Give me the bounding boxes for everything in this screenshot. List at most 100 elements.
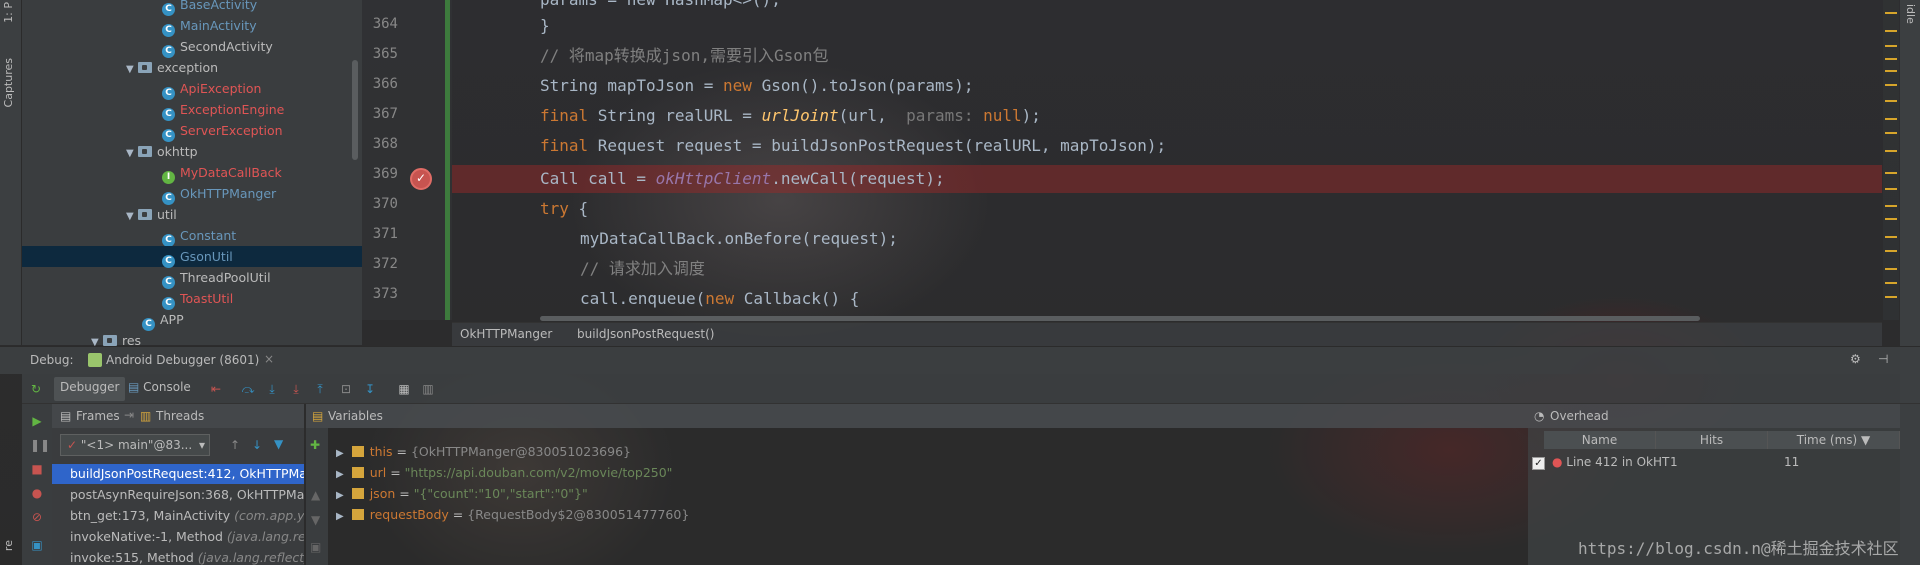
tree-item[interactable]: C BaseActivity: [22, 0, 362, 16]
close-icon[interactable]: ×: [264, 352, 274, 366]
build-variants-tool-tab[interactable]: re: [2, 540, 15, 551]
stripe-marker[interactable]: [1885, 150, 1897, 152]
stack-frame[interactable]: invoke:515, Method (java.lang.reflect): [52, 548, 304, 565]
down-arrow-icon[interactable]: ↓: [252, 438, 262, 452]
up-arrow-icon[interactable]: ↑: [230, 438, 240, 452]
view-breakpoints-icon[interactable]: ●: [30, 486, 44, 500]
pause-icon[interactable]: ❚❚: [30, 438, 50, 452]
code-editor[interactable]: params = new HashMap<>(); } // 将map转换成js…: [452, 0, 1882, 320]
stripe-marker[interactable]: [1885, 45, 1897, 47]
drop-frame-icon[interactable]: ⊡: [338, 381, 354, 397]
tree-item[interactable]: C MainActivity: [22, 15, 362, 37]
stripe-marker[interactable]: [1885, 188, 1897, 190]
step-out-icon[interactable]: ⤒: [312, 381, 328, 397]
tab-console[interactable]: ▤ Console: [122, 377, 197, 401]
breakpoint-icon[interactable]: ✓: [410, 168, 432, 190]
filter-icon[interactable]: ▼: [274, 437, 283, 451]
stripe-marker[interactable]: [1885, 250, 1897, 252]
right-tool-tab[interactable]: idle: [1904, 4, 1917, 24]
stripe-marker[interactable]: [1885, 84, 1897, 86]
tree-item[interactable]: ▼ okhttp: [22, 141, 362, 162]
tree-scrollbar[interactable]: [352, 60, 358, 160]
error-stripe[interactable]: [1883, 0, 1899, 320]
expand-arrow-icon[interactable]: ▶: [336, 490, 344, 501]
tree-item[interactable]: C APP: [22, 309, 362, 331]
variable-row[interactable]: ▶ json = "{"count":"10","start":"0"}": [336, 484, 588, 504]
tree-item[interactable]: C ThreadPoolUtil: [22, 267, 362, 289]
tree-item[interactable]: C SecondActivity: [22, 36, 362, 58]
gear-icon[interactable]: ⚙: [1850, 352, 1861, 366]
overhead-col-name[interactable]: Name: [1544, 431, 1656, 449]
show-execution-point-icon[interactable]: ⇤: [208, 381, 224, 397]
mute-breakpoints-icon[interactable]: ⊘: [30, 510, 44, 524]
tree-item[interactable]: ▼ util: [22, 204, 362, 225]
project-tool-tab[interactable]: 1: P: [2, 2, 15, 23]
stack-frame[interactable]: buildJsonPostRequest:412, OkHTTPMan: [52, 464, 304, 484]
pin-icon[interactable]: ⇥: [124, 408, 134, 422]
overhead-col-hits[interactable]: Hits: [1656, 431, 1768, 449]
expand-arrow-icon[interactable]: ▼: [126, 143, 138, 164]
variable-row[interactable]: ▶ requestBody = {RequestBody$2@8300514777…: [336, 505, 689, 525]
resume-icon[interactable]: ▶: [30, 414, 44, 428]
expand-arrow-icon[interactable]: ▶: [336, 448, 344, 459]
breadcrumb-method[interactable]: buildJsonPostRequest(): [577, 327, 714, 341]
layout-icon[interactable]: ▥: [420, 381, 436, 397]
stripe-marker[interactable]: [1885, 132, 1897, 134]
copy-icon[interactable]: ▣: [310, 540, 321, 554]
get-thread-dump-icon[interactable]: ▣: [30, 538, 44, 552]
expand-arrow-icon[interactable]: ▼: [126, 59, 138, 80]
force-step-into-icon[interactable]: ⤓: [288, 381, 304, 397]
stripe-marker[interactable]: [1885, 58, 1897, 60]
stack-frame[interactable]: postAsynRequireJson:368, OkHTTPMang: [52, 485, 304, 505]
tree-item[interactable]: C ServerException: [22, 120, 362, 142]
stripe-marker[interactable]: [1885, 100, 1897, 102]
hide-icon[interactable]: ⊣: [1878, 352, 1888, 366]
evaluate-expression-icon[interactable]: ▦: [396, 381, 412, 397]
tree-item[interactable]: C ToastUtil: [22, 288, 362, 310]
tree-item[interactable]: C ApiException: [22, 78, 362, 100]
expand-arrow-icon[interactable]: ▶: [336, 469, 344, 480]
stripe-marker[interactable]: [1885, 70, 1897, 72]
stack-frame[interactable]: invokeNative:-1, Method (java.lang.refle…: [52, 527, 304, 547]
variable-row[interactable]: ▶ url = "https://api.douban.com/v2/movie/…: [336, 463, 672, 483]
stack-frame[interactable]: btn_get:173, MainActivity (com.app.ytf.h…: [52, 506, 304, 526]
stripe-marker[interactable]: [1885, 30, 1897, 32]
variable-row[interactable]: ▶ this = {OkHTTPManger@830051023696}: [336, 442, 631, 462]
stripe-marker[interactable]: [1885, 282, 1897, 284]
tree-item[interactable]: C OkHTTPManger: [22, 183, 362, 205]
captures-tool-tab[interactable]: Captures: [2, 58, 15, 107]
frames-title[interactable]: Frames: [76, 409, 120, 423]
tree-item[interactable]: C ExceptionEngine: [22, 99, 362, 121]
threads-title[interactable]: Threads: [156, 409, 204, 423]
new-watch-icon[interactable]: ✚: [310, 438, 320, 452]
tree-item[interactable]: C Constant: [22, 225, 362, 247]
stripe-marker[interactable]: [1885, 268, 1897, 270]
editor-horizontal-scrollbar[interactable]: [540, 316, 1700, 321]
expand-arrow-icon[interactable]: ▶: [336, 511, 344, 522]
tree-item[interactable]: C GsonUtil: [22, 246, 362, 268]
step-over-icon[interactable]: ⤼: [240, 381, 256, 397]
tree-item[interactable]: ▼ exception: [22, 57, 362, 78]
run-to-cursor-icon[interactable]: ↧: [362, 381, 378, 397]
stop-icon[interactable]: ■: [30, 462, 44, 476]
thread-selector[interactable]: ✓ "<1> main"@83... ▾: [60, 434, 210, 456]
tree-item[interactable]: I MyDataCallBack: [22, 162, 362, 184]
up-icon[interactable]: ▲: [311, 488, 320, 502]
overhead-col-time[interactable]: Time (ms) ▼: [1768, 431, 1900, 449]
tab-debugger[interactable]: Debugger: [54, 377, 126, 401]
stripe-marker[interactable]: [1885, 118, 1897, 120]
step-into-icon[interactable]: ⤓: [264, 381, 280, 397]
stripe-marker[interactable]: [1885, 296, 1897, 298]
stripe-marker[interactable]: [1885, 236, 1897, 238]
down-icon[interactable]: ▼: [311, 513, 320, 527]
restart-icon[interactable]: ↻: [28, 381, 44, 397]
code-keyword: final: [540, 136, 598, 155]
breadcrumb-class[interactable]: OkHTTPManger: [460, 327, 552, 341]
stripe-marker[interactable]: [1885, 205, 1897, 207]
debug-session-tab[interactable]: Android Debugger (8601): [106, 353, 259, 367]
overhead-row-checkbox[interactable]: ✓: [1532, 452, 1545, 472]
stripe-marker[interactable]: [1885, 172, 1897, 174]
expand-arrow-icon[interactable]: ▼: [126, 206, 138, 227]
stripe-marker[interactable]: [1885, 12, 1897, 14]
stripe-marker[interactable]: [1885, 218, 1897, 220]
